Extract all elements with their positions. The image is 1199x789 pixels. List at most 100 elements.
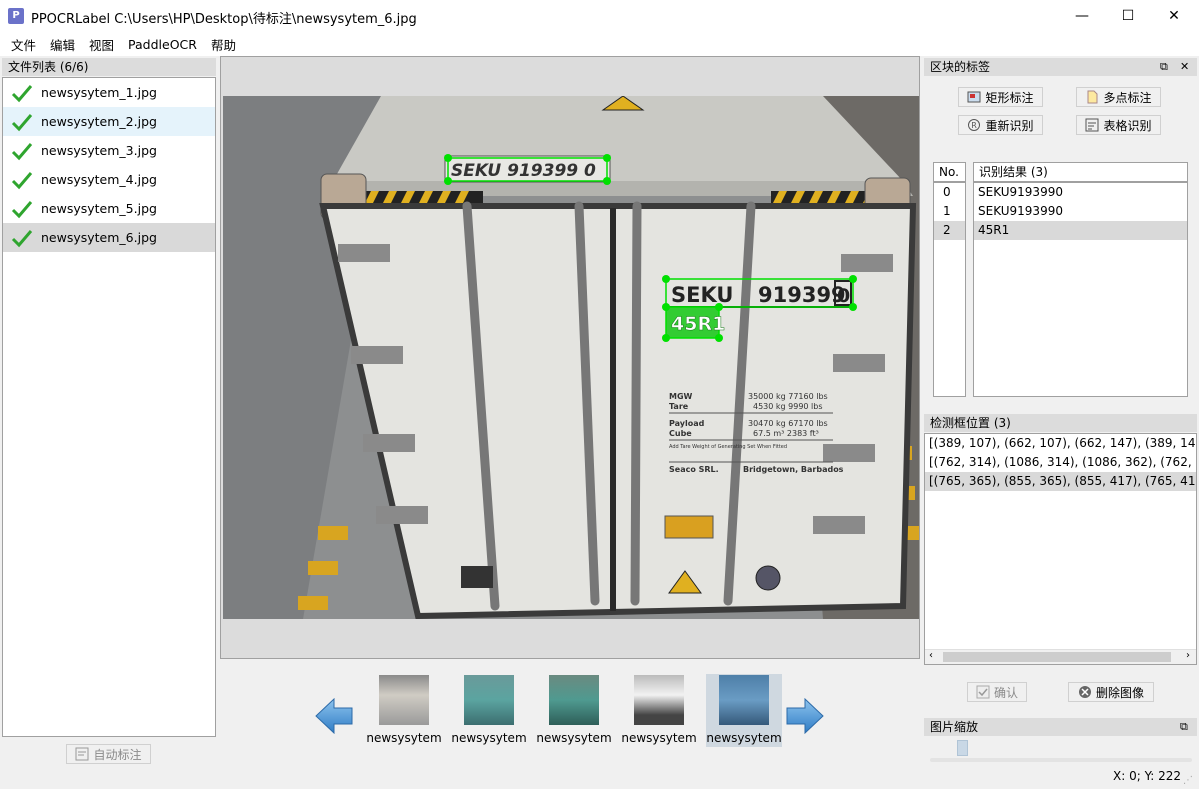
menu-paddleocr[interactable]: PaddleOCR [121, 37, 204, 52]
detection-box-list[interactable]: [(389, 107), (662, 107), (662, 147), (38… [924, 433, 1197, 665]
thumbnail-2[interactable] [464, 675, 514, 725]
result-item-selected[interactable]: 45R1 [974, 221, 1187, 240]
spec-tare: Tare [669, 402, 689, 411]
menu-help[interactable]: 帮助 [204, 35, 243, 54]
thumbnail-label: newsysytem [536, 731, 612, 745]
app-icon: P [8, 8, 24, 24]
thumbnail-5[interactable] [719, 675, 769, 725]
plate-check-digit: 0 [837, 285, 850, 307]
index-list[interactable]: 0 1 2 [933, 182, 966, 397]
poly-label-text: 多点标注 [1103, 90, 1152, 105]
auto-label-button[interactable]: 自动标注 [66, 744, 151, 764]
file-name: newsysytem_3.jpg [41, 143, 157, 158]
spec-mgw: MGW [669, 392, 693, 401]
refresh-icon: R [968, 119, 981, 131]
label-panel-title-text: 区块的标签 [930, 60, 991, 74]
file-name: newsysytem_2.jpg [41, 114, 157, 129]
file-list-item[interactable]: newsysytem_1.jpg [3, 78, 215, 107]
check-icon [11, 171, 33, 189]
menu-edit[interactable]: 编辑 [43, 35, 82, 54]
column-header-no[interactable]: No. [933, 162, 966, 182]
thumbnail-label: newsysytem [366, 731, 442, 745]
detection-box-item[interactable]: [(762, 314), (1086, 314), (1086, 362), (… [925, 453, 1196, 472]
delete-image-text: 删除图像 [1095, 685, 1144, 700]
spec-cube: Cube [669, 429, 692, 438]
file-list-item[interactable]: newsysytem_4.jpg [3, 165, 215, 194]
float-icon[interactable]: ⧉ [1180, 718, 1188, 736]
poly-label-button[interactable]: 多点标注 [1076, 87, 1161, 107]
code-45r1: 45R1 [671, 313, 725, 335]
rect-label-button[interactable]: 矩形标注 [958, 87, 1043, 107]
index-item[interactable]: 0 [934, 183, 965, 202]
thumbnail-3[interactable] [549, 675, 599, 725]
label-panel-title: 区块的标签 ⧉ ✕ [924, 58, 1197, 76]
confirm-text: 确认 [993, 685, 1018, 700]
rerecognize-button[interactable]: R 重新识别 [958, 115, 1043, 135]
check-icon [11, 200, 33, 218]
window-title: PPOCRLabel C:\Users\HP\Desktop\待标注\newsy… [31, 12, 417, 27]
check-icon [11, 113, 33, 131]
container-photo: SEKU 919399 0 SEKU 919399 0 MGW Tare 350… [223, 96, 919, 619]
delete-image-button[interactable]: 删除图像 [1068, 682, 1154, 702]
auto-label-label: 自动标注 [93, 747, 142, 762]
thumbnail-1[interactable] [379, 675, 429, 725]
close-button[interactable]: ✕ [1151, 0, 1197, 32]
menu-bar: 文件 编辑 视图 PaddleOCR 帮助 [0, 32, 1199, 56]
spec-tareweight: Add Tare Weight of Generating Set When F… [669, 444, 787, 450]
column-header-result[interactable]: 识别结果 (3) [973, 162, 1188, 182]
detection-box-item-selected[interactable]: [(765, 365), (855, 365), (855, 417), (76… [925, 472, 1196, 491]
table-recognize-button[interactable]: 表格识别 [1076, 115, 1161, 135]
table-recognize-text: 表格识别 [1103, 118, 1152, 133]
file-list-title: 文件列表 (6/6) [2, 58, 216, 76]
file-name: newsysytem_4.jpg [41, 172, 157, 187]
maximize-button[interactable]: ☐ [1105, 0, 1151, 32]
zoom-title-text: 图片缩放 [930, 720, 979, 734]
menu-view[interactable]: 视图 [82, 35, 121, 54]
thumbnail-4[interactable] [634, 675, 684, 725]
check-icon [11, 229, 33, 247]
file-list-item[interactable]: newsysytem_2.jpg [3, 107, 215, 136]
next-arrow-icon[interactable] [786, 698, 824, 734]
float-icon[interactable]: ⧉ [1160, 58, 1168, 76]
plate-seku: SEKU [671, 283, 733, 307]
thumbnail-label: newsysytem [621, 731, 697, 745]
file-name: newsysytem_1.jpg [41, 85, 157, 100]
prev-arrow-icon[interactable] [315, 698, 353, 734]
result-list[interactable]: SEKU9193990 SEKU9193990 45R1 [973, 182, 1188, 397]
resize-grip-icon[interactable]: ⋰ [1183, 775, 1195, 787]
file-list-item[interactable]: newsysytem_5.jpg [3, 194, 215, 223]
file-list[interactable]: newsysytem_1.jpg newsysytem_2.jpg newsys… [2, 77, 216, 737]
zoom-slider-track[interactable] [930, 758, 1192, 762]
scroll-right-icon[interactable]: › [1186, 650, 1190, 661]
scrollbar-thumb[interactable] [943, 652, 1171, 662]
svg-text:R: R [972, 121, 978, 130]
owner-left: Seaco SRL. [669, 465, 719, 474]
thumbnail-label: newsysytem [451, 731, 527, 745]
auto-label-icon [75, 747, 89, 761]
delete-icon [1078, 686, 1091, 698]
status-coordinates: X: 0; Y: 222 [1113, 769, 1182, 783]
zoom-panel-title: 图片缩放 ⧉ [924, 718, 1197, 736]
close-icon[interactable]: ✕ [1180, 58, 1189, 76]
zoom-slider-handle[interactable] [957, 740, 968, 756]
file-list-item[interactable]: newsysytem_3.jpg [3, 136, 215, 165]
horizontal-scrollbar[interactable]: ‹ › [925, 649, 1196, 664]
spec-mgw-value: 35000 kg 77160 lbs [748, 392, 828, 401]
check-icon [11, 142, 33, 160]
rect-label-text: 矩形标注 [985, 90, 1034, 105]
rect-icon [967, 91, 981, 103]
file-list-item-selected[interactable]: newsysytem_6.jpg [3, 223, 215, 252]
confirm-button[interactable]: 确认 [967, 682, 1027, 702]
result-item[interactable]: SEKU9193990 [974, 183, 1187, 202]
index-item[interactable]: 1 [934, 202, 965, 221]
title-bar: P PPOCRLabel C:\Users\HP\Desktop\待标注\new… [0, 0, 1199, 32]
scroll-left-icon[interactable]: ‹ [929, 650, 933, 661]
index-item-selected[interactable]: 2 [934, 221, 965, 240]
file-name: newsysytem_6.jpg [41, 230, 157, 245]
menu-file[interactable]: 文件 [4, 35, 43, 54]
detection-box-item[interactable]: [(389, 107), (662, 107), (662, 147), (38… [925, 434, 1196, 453]
plate-number: 919399 [758, 283, 846, 307]
minimize-button[interactable]: — [1059, 0, 1105, 32]
image-canvas[interactable]: SEKU 919399 0 SEKU 919399 0 MGW Tare 350… [220, 56, 920, 659]
result-item[interactable]: SEKU9193990 [974, 202, 1187, 221]
